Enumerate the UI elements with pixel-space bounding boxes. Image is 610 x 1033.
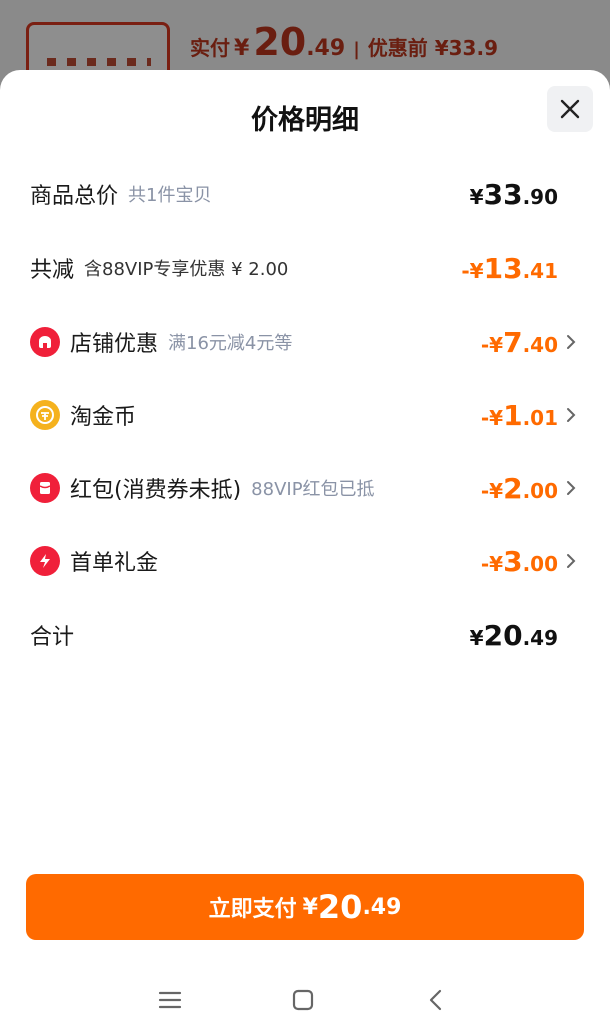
red-packet-icon [30, 473, 60, 503]
price-detail-sheet: 价格明细 商品总价 共1件宝贝 ¥ 33 .90 共减 含88VIP专享优惠 ¥… [0, 70, 610, 1033]
top-price-summary: 实付 ¥ 20 .49 | 优惠前 ¥33.9 [190, 20, 498, 72]
amount-dec: .00 [522, 551, 558, 576]
currency: -¥ [480, 478, 504, 503]
total-goods-label: 商品总价 [30, 184, 119, 209]
amount-dec: .01 [522, 405, 558, 430]
total-reduce-amount: -¥ 13 .41 [461, 252, 558, 285]
taojinbi-amount: -¥ 1 .01 [481, 399, 558, 432]
pay-amount-dec: .49 [362, 894, 402, 920]
row-shop-discount[interactable]: 店铺优惠 满16元减4元等 -¥ 7 .40 [30, 320, 580, 364]
total-reduce-label: 共减 [30, 258, 75, 283]
chevron-right-icon [567, 554, 576, 568]
pay-now-button[interactable]: 立即支付 ¥ 20 .49 [26, 874, 584, 940]
shop-discount-label: 店铺优惠 [70, 332, 159, 357]
row-red-packet[interactable]: 红包(消费券未抵) 88VIP红包已抵 -¥ 2 .00 [30, 466, 580, 510]
price-separator: | [353, 39, 360, 60]
close-icon [560, 99, 580, 119]
original-price: 优惠前 ¥33.9 [367, 36, 498, 60]
row-total-goods: 商品总价 共1件宝贝 ¥ 33 .90 [30, 172, 580, 216]
currency: -¥ [480, 332, 504, 357]
row-total-reduce: 共减 含88VIP专享优惠 ¥ 2.00 -¥ 13 .41 [30, 246, 580, 290]
amount-dec: .49 [522, 625, 558, 650]
first-order-label: 首单礼金 [70, 551, 159, 576]
shop-discount-note: 满16元减4元等 [168, 333, 293, 354]
row-first-order-gift[interactable]: 首单礼金 -¥ 3 .00 [30, 539, 580, 583]
row-taojinbi[interactable]: 淘金币 -¥ 1 .01 [30, 393, 580, 437]
red-packet-label: 红包(消费券未抵) [70, 478, 242, 503]
amount-dec: .00 [522, 478, 558, 503]
total-goods-count: 共1件宝贝 [128, 185, 212, 206]
paid-currency: ¥ [234, 36, 250, 61]
amount-dec: .40 [522, 332, 558, 357]
amount-int: 13 [483, 251, 523, 285]
vip-discount-note: 含88VIP专享优惠 ¥ 2.00 [84, 259, 289, 280]
home-button[interactable] [285, 982, 321, 1018]
currency: -¥ [480, 405, 504, 430]
menu-icon [158, 991, 182, 1009]
sum-amount: ¥ 20 .49 [470, 619, 558, 652]
paid-price-dec: .49 [306, 36, 346, 61]
amount-int: 1 [503, 398, 523, 432]
currency: -¥ [461, 258, 484, 283]
shop-icon [30, 327, 60, 357]
shop-discount-amount: -¥ 7 .40 [481, 326, 558, 359]
amount-int: 2 [503, 471, 523, 505]
amount-dec: .90 [522, 184, 558, 209]
currency: -¥ [480, 551, 504, 576]
amount-int: 33 [483, 177, 523, 211]
amount-int: 20 [483, 618, 523, 652]
taojinbi-label: 淘金币 [70, 405, 137, 430]
lightning-icon [30, 546, 60, 576]
close-button[interactable] [547, 86, 593, 132]
system-navigation-bar [0, 970, 610, 1030]
pay-currency: ¥ [302, 894, 318, 920]
back-arrow-icon [429, 989, 442, 1011]
total-goods-amount: ¥ 33 .90 [470, 178, 558, 211]
paid-label: 实付 [190, 36, 230, 60]
pay-now-label: 立即支付 [208, 897, 297, 922]
red-packet-amount: -¥ 2 .00 [481, 472, 558, 505]
amount-dec: .41 [522, 258, 558, 283]
chevron-right-icon [567, 481, 576, 495]
paid-price-int: 20 [253, 20, 307, 64]
currency: ¥ [469, 184, 484, 209]
chevron-right-icon [567, 335, 576, 349]
sheet-title: 价格明细 [251, 105, 359, 136]
first-order-amount: -¥ 3 .00 [481, 545, 558, 578]
pay-amount-int: 20 [317, 888, 363, 926]
coin-icon [30, 400, 60, 430]
chevron-right-icon [567, 408, 576, 422]
back-button[interactable] [418, 982, 454, 1018]
currency: ¥ [469, 625, 484, 650]
amount-int: 7 [503, 325, 523, 359]
home-square-icon [292, 989, 314, 1011]
amount-int: 3 [503, 544, 523, 578]
row-sum: 合计 ¥ 20 .49 [30, 613, 580, 657]
menu-button[interactable] [152, 982, 188, 1018]
sum-label: 合计 [30, 625, 75, 650]
red-packet-note: 88VIP红包已抵 [251, 479, 375, 500]
